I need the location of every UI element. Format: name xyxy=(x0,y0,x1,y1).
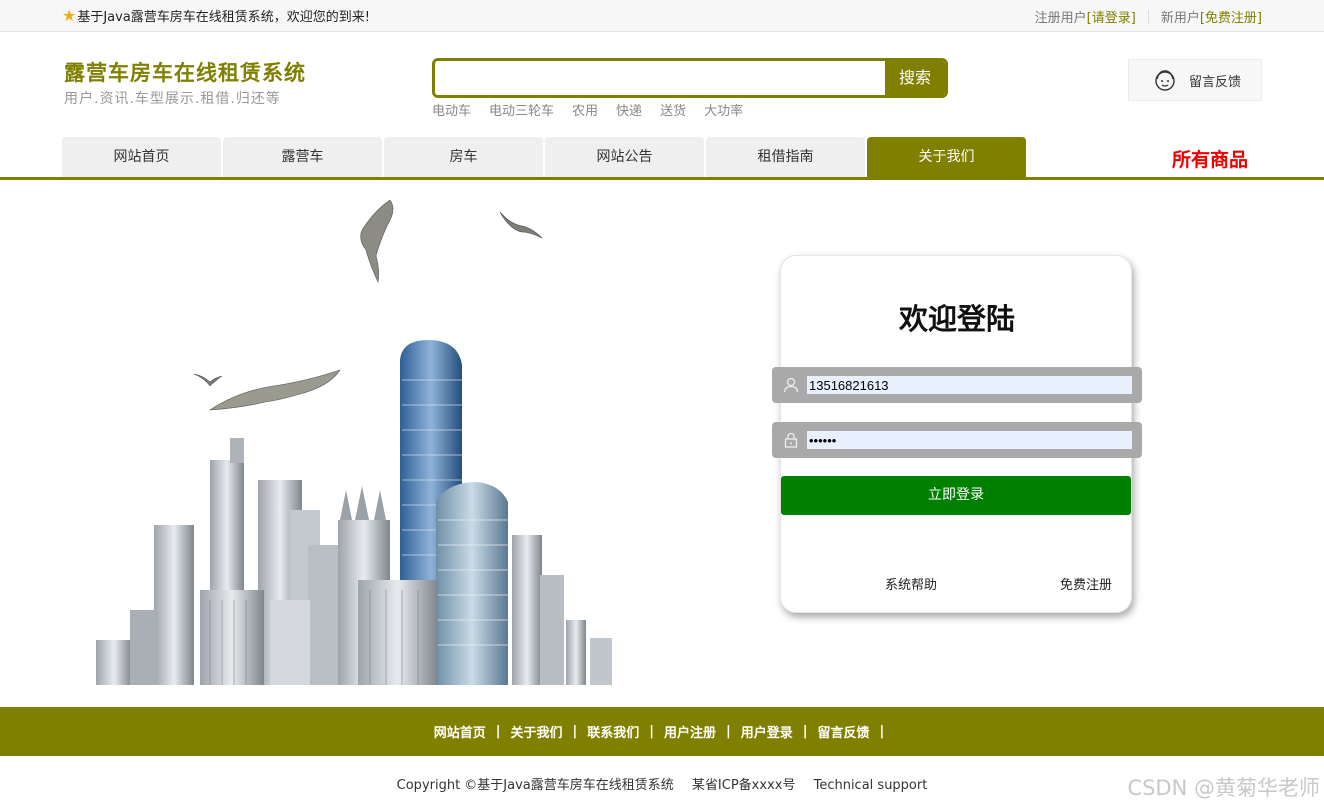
divider: | xyxy=(495,724,501,739)
divider: | xyxy=(879,724,885,739)
hot-keyword[interactable]: 快递 xyxy=(616,100,642,119)
all-products-link[interactable]: 所有商品 xyxy=(1172,145,1248,172)
login-card: 欢迎登陆 立即登录 系统帮助 免费注册 xyxy=(772,255,1142,613)
username-input[interactable] xyxy=(807,376,1132,394)
site-title[interactable]: 露营车房车在线租赁系统 xyxy=(64,57,306,87)
free-register-link[interactable]: 免费注册 xyxy=(1060,574,1112,593)
free-register-link[interactable]: [免费注册] xyxy=(1200,7,1262,26)
hot-keyword[interactable]: 送货 xyxy=(660,100,686,119)
divider: | xyxy=(726,724,731,739)
top-bar: ★ 基于Java露营车房车在线租赁系统，欢迎您的到来! 注册用户 [请登录] 新… xyxy=(0,0,1324,32)
icp-text: 某省ICP备xxxx号 xyxy=(691,778,796,793)
tab-rv[interactable]: 房车 xyxy=(384,137,543,177)
search-button[interactable]: 搜索 xyxy=(885,61,945,95)
login-title: 欢迎登陆 xyxy=(898,302,1015,336)
username-field xyxy=(772,367,1142,403)
seagull-icon xyxy=(499,211,543,239)
system-help-link[interactable]: 系统帮助 xyxy=(885,574,937,593)
footer-nav: 网站首页 | 关于我们 | 联系我们 | 用户注册 | 用户登录 | 留言反馈 | xyxy=(0,707,1324,756)
welcome-text: 基于Java露营车房车在线租赁系统，欢迎您的到来! xyxy=(77,10,371,25)
customer-service-icon xyxy=(1155,70,1175,91)
hot-keyword[interactable]: 农用 xyxy=(572,100,598,119)
hot-keyword[interactable]: 电动车 xyxy=(432,100,471,119)
tab-rental-guide[interactable]: 租借指南 xyxy=(706,137,865,177)
feedback-label: 留言反馈 xyxy=(1189,74,1242,90)
copyright-text: Copyright ©基于Java露营车房车在线租赁系统 xyxy=(396,778,674,793)
password-input[interactable] xyxy=(807,431,1132,449)
login-link[interactable]: [请登录] xyxy=(1087,7,1136,26)
footer-link-contact[interactable]: 联系我们 xyxy=(587,722,639,741)
city-skyline-illustration xyxy=(96,199,612,685)
hot-keywords: 电动车 电动三轮车 农用 快递 送货 大功率 xyxy=(432,100,743,119)
new-user-label: 新用户 xyxy=(1160,11,1200,26)
seagull-icon xyxy=(208,369,341,411)
footer-link-feedback[interactable]: 留言反馈 xyxy=(818,722,870,741)
site-subtitle: 用户.资讯.车型展示.租借.归还等 xyxy=(64,91,281,107)
watermark: CSDN @黄菊华老师 xyxy=(1127,776,1320,800)
password-field xyxy=(772,422,1142,458)
divider: | xyxy=(802,724,808,739)
tab-home[interactable]: 网站首页 xyxy=(62,137,221,177)
copyright-line: Copyright ©基于Java露营车房车在线租赁系统 某省ICP备xxxx号… xyxy=(0,774,1324,793)
tab-announcements[interactable]: 网站公告 xyxy=(545,137,704,177)
hot-keyword[interactable]: 大功率 xyxy=(704,100,743,119)
account-links: 注册用户 [请登录] 新用户 [免费注册] xyxy=(1035,7,1262,26)
lock-icon xyxy=(784,432,798,448)
hot-keyword[interactable]: 电动三轮车 xyxy=(489,100,554,119)
divider: | xyxy=(649,724,654,739)
search-bar: 搜索 xyxy=(432,58,948,98)
login-button[interactable]: 立即登录 xyxy=(781,476,1131,515)
seagull-icon xyxy=(360,199,394,283)
divider: | xyxy=(572,724,578,739)
register-user-label: 注册用户 xyxy=(1034,11,1087,26)
seagull-icon xyxy=(193,373,223,387)
support-text: Technical support xyxy=(813,778,928,793)
footer-link-login[interactable]: 用户登录 xyxy=(741,722,793,741)
tab-camper[interactable]: 露营车 xyxy=(223,137,382,177)
main-nav: 网站首页 露营车 房车 网站公告 租借指南 关于我们 所有商品 xyxy=(0,137,1324,180)
star-icon: ★ xyxy=(62,5,77,25)
tab-about-us[interactable]: 关于我们 xyxy=(867,137,1026,177)
footer-link-home[interactable]: 网站首页 xyxy=(434,722,486,741)
search-input[interactable] xyxy=(435,61,885,95)
footer-link-register[interactable]: 用户注册 xyxy=(664,722,716,741)
footer-link-about[interactable]: 关于我们 xyxy=(510,722,562,741)
user-icon xyxy=(783,377,799,393)
feedback-button[interactable]: 留言反馈 xyxy=(1128,59,1262,101)
divider xyxy=(1147,9,1149,24)
welcome-message: ★ 基于Java露营车房车在线租赁系统，欢迎您的到来! xyxy=(62,6,370,25)
